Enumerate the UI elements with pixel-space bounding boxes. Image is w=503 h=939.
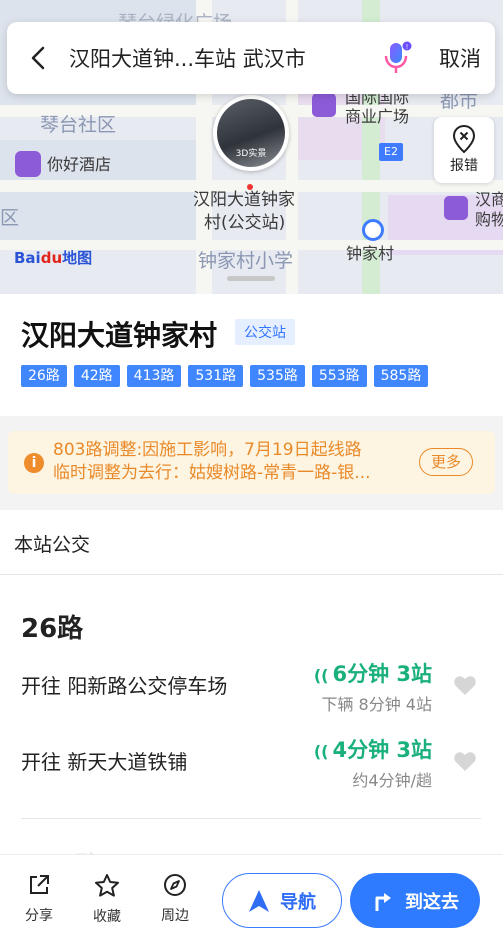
heart-icon[interactable] — [453, 674, 477, 696]
report-pin-icon — [452, 125, 476, 153]
bus-direction-row[interactable]: 开往 新天大道铁铺 ((4分钟 3站 约4分钟/趟 — [0, 730, 503, 796]
map-label-school: 钟家村小学 — [198, 250, 294, 272]
cancel-button[interactable]: 取消 — [425, 43, 495, 73]
star-icon — [95, 874, 119, 897]
pano-thumbnail: 3D实景 — [217, 99, 285, 167]
bus-line-name[interactable]: 26路 — [21, 608, 83, 645]
route-chip[interactable]: 26路 — [21, 365, 67, 387]
map-label-station-1: 汉阳大道钟家 — [193, 190, 295, 210]
map-label-metro: 钟家村 — [346, 244, 395, 263]
search-bar[interactable]: 汉阳大道钟...车站 武汉市 ! 取消 — [7, 22, 495, 94]
eta-label: ((4分钟 3站 — [313, 738, 432, 762]
metro-icon[interactable] — [362, 219, 384, 241]
report-label: 报错 — [450, 158, 478, 174]
mall-poi-icon[interactable] — [312, 93, 336, 117]
realtime-signal-icon: (( — [313, 742, 329, 761]
hotel-poi-icon[interactable] — [15, 151, 41, 177]
map-label-station-2: 村(公交站) — [204, 213, 286, 233]
nearby-label: 周边 — [161, 908, 189, 924]
notice-more-button[interactable]: 更多 — [419, 448, 473, 476]
eta-sub-label: 下辆 8分钟 4站 — [321, 695, 432, 714]
direction-label: 开往 阳新路公交停车场 — [21, 674, 228, 698]
divider — [0, 574, 503, 575]
eta-sub-label: 约4分钟/趟 — [352, 771, 432, 790]
map-label-hanshang-2: 购物 — [475, 210, 503, 229]
bus-direction-row[interactable]: 开往 阳新路公交停车场 ((6分钟 3站 下辆 8分钟 4站 — [0, 654, 503, 720]
bottom-action-bar: 分享 收藏 周边 导航 到这去 — [0, 854, 503, 939]
heart-icon[interactable] — [453, 750, 477, 772]
map-label-hanshang-1: 汉商 — [475, 190, 503, 209]
back-button[interactable] — [7, 22, 69, 94]
sheet-drag-handle[interactable] — [227, 276, 275, 281]
map-label-mall-2: 商业广场 — [345, 107, 410, 126]
go-here-button[interactable]: 到这去 — [350, 873, 480, 928]
go-here-label: 到这去 — [405, 891, 459, 913]
navigate-label: 导航 — [280, 891, 316, 913]
divider — [21, 818, 481, 819]
share-icon — [30, 875, 49, 894]
info-icon: i — [24, 453, 44, 473]
share-label: 分享 — [25, 908, 53, 924]
report-error-button[interactable]: 报错 — [434, 117, 494, 183]
station-detail-sheet: 汉阳大道钟家村 公交站 26路 42路 413路 531路 535路 553路 … — [0, 294, 503, 882]
route-chip[interactable]: 535路 — [250, 365, 305, 387]
shop-poi-icon[interactable] — [444, 196, 468, 220]
direction-label: 开往 新天大道铁铺 — [21, 750, 188, 774]
notice-text: 803路调整:因施工影响，7月19日起线路 临时调整为去行：姑嫂树路-常青一路-… — [53, 440, 371, 483]
search-query[interactable]: 汉阳大道钟...车站 武汉市 — [69, 43, 369, 73]
route-chip[interactable]: 553路 — [311, 365, 367, 387]
nearby-button[interactable]: 周边 — [155, 873, 195, 925]
station-title: 汉阳大道钟家村 — [21, 319, 218, 352]
route-chip[interactable]: 531路 — [188, 365, 244, 387]
favorite-button[interactable]: 收藏 — [87, 873, 127, 926]
map-label-qintai: 琴台社区 — [40, 114, 117, 136]
route-chip[interactable]: 585路 — [373, 365, 429, 387]
route-arrow-icon — [375, 892, 391, 911]
share-button[interactable]: 分享 — [19, 873, 59, 925]
microphone-icon: ! — [384, 41, 412, 73]
voice-search-button[interactable]: ! — [369, 22, 425, 94]
route-chips: 26路 42路 413路 531路 535路 553路 585路 — [21, 365, 429, 387]
section-title: 本站公交 — [14, 534, 91, 556]
route-chip[interactable]: 42路 — [73, 365, 120, 387]
map-label-district: 区 — [0, 207, 20, 229]
compass-icon — [164, 874, 186, 896]
baidu-map-logo: Baidu地图 — [14, 249, 93, 267]
back-arrow-icon — [31, 46, 45, 70]
eta-label: ((6分钟 3站 — [313, 662, 432, 686]
route-chip[interactable]: 413路 — [126, 365, 182, 387]
navigation-arrow-icon — [249, 889, 269, 912]
map-label-hotel[interactable]: 你好酒店 — [47, 155, 111, 175]
navigate-button[interactable]: 导航 — [222, 873, 342, 928]
favorite-label: 收藏 — [93, 909, 121, 925]
pano-label: 3D实景 — [235, 149, 267, 159]
station-type-tag: 公交站 — [235, 319, 295, 345]
pano-3d-button[interactable]: 3D实景 — [213, 95, 289, 171]
route-notice[interactable]: i 803路调整:因施工影响，7月19日起线路 临时调整为去行：姑嫂树路-常青一… — [8, 431, 495, 494]
svg-text:!: ! — [406, 44, 408, 51]
realtime-signal-icon: (( — [313, 666, 329, 685]
e2-badge: E2 — [379, 143, 403, 161]
map-view[interactable]: 琴台绿化广场 琴台社区 区 钟家村小学 都市 你好酒店 国际国际 商业广场 E2… — [0, 0, 503, 300]
